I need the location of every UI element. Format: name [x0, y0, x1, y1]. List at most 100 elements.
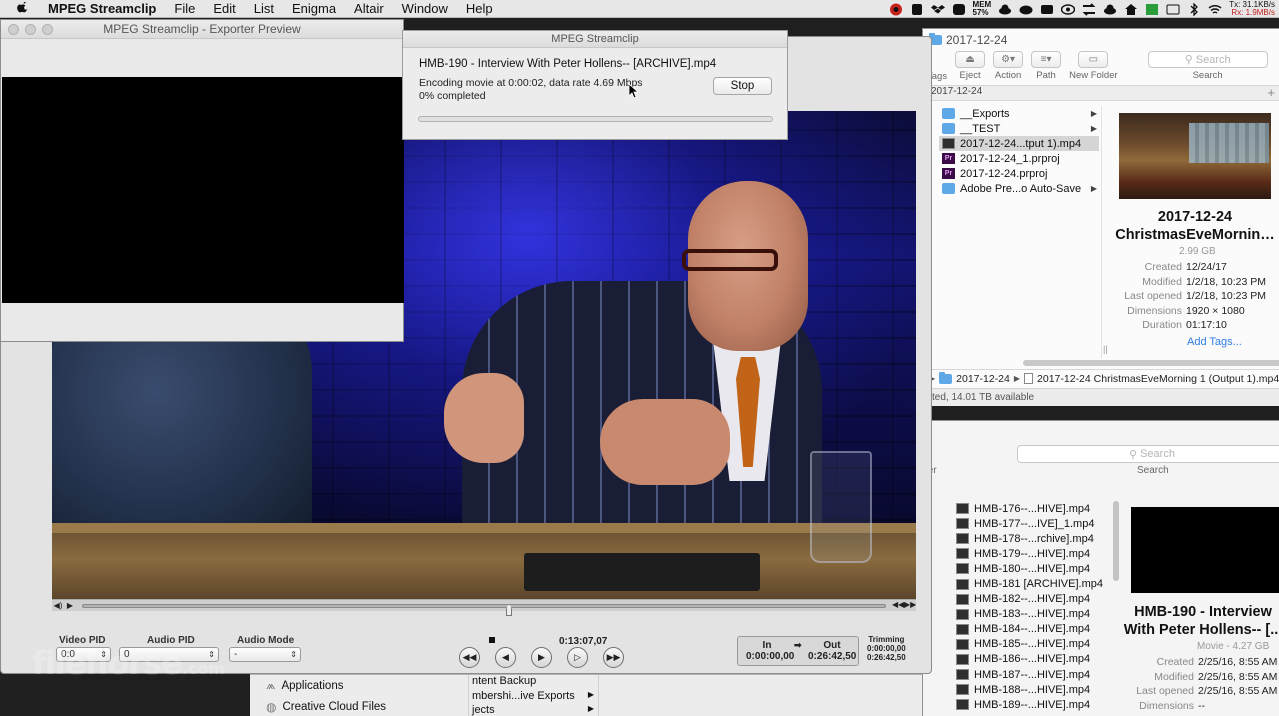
path-button[interactable]: ≡▾ Path — [1031, 51, 1062, 81]
file-name: HMB-177--...IVE]_1.mp4 — [974, 517, 1095, 530]
finder-title-bar[interactable]: 2017-12-24 — [923, 29, 1279, 51]
scrub-track[interactable] — [82, 604, 886, 616]
file-row[interactable]: Pr 2017-12-24.prproj — [939, 166, 1099, 181]
path-item-folder[interactable]: 2017-12-24 — [956, 373, 1010, 385]
file-row[interactable]: HMB-179--...HIVE].mp4 — [953, 546, 1113, 561]
exporter-title-bar[interactable]: MPEG Streamclip - Exporter Preview — [1, 20, 403, 39]
memory-meter[interactable]: MEM 57% — [973, 1, 992, 17]
menu-edit[interactable]: Edit — [204, 0, 244, 18]
step-forward-icon[interactable]: ▶▶ — [904, 600, 916, 609]
chevron-right-icon: ▶ — [587, 704, 594, 713]
file-row[interactable]: 2017-12-24...tput 1).mp4 — [939, 136, 1099, 151]
file-row[interactable]: HMB-183--...HIVE].mp4 — [953, 607, 1113, 622]
step-back-button[interactable]: ◀ — [495, 647, 516, 668]
apple-menu-icon[interactable] — [16, 1, 30, 16]
dropbox-icon[interactable] — [930, 3, 945, 16]
file-row[interactable]: HMB-177--...IVE]_1.mp4 — [953, 516, 1113, 531]
audio-mode-label: Audio Mode — [237, 635, 295, 646]
folder-row[interactable]: ntent Backup — [469, 675, 598, 690]
sidebar-item-creative-cloud[interactable]: ◍ Creative Cloud Files — [250, 696, 468, 716]
path-item-file[interactable]: 2017-12-24 ChristmasEveMorning 1 (Output… — [1037, 373, 1279, 385]
menu-list[interactable]: List — [245, 0, 283, 18]
out-point[interactable]: Out 0:26:42,50 — [808, 640, 856, 662]
eye-icon[interactable] — [1061, 3, 1076, 16]
menu-window[interactable]: Window — [393, 0, 457, 18]
file-row[interactable]: HMB-188--...HIVE].mp4 — [953, 682, 1113, 697]
cpu-icon[interactable] — [889, 3, 903, 16]
file-name: 2017-12-24...tput 1).mp4 — [960, 137, 1082, 150]
meta-value: 2/25/16, 8:55 AM — [1198, 656, 1278, 669]
folder-row[interactable]: mbershi...ive Exports ▶ — [469, 690, 598, 705]
horizontal-scrollbar[interactable] — [1023, 360, 1279, 366]
cloud-icon[interactable] — [998, 3, 1012, 16]
finder-icon[interactable] — [952, 3, 966, 16]
play-button[interactable]: ▶ — [531, 647, 552, 668]
add-tags-link[interactable]: Add Tags... — [1187, 336, 1279, 348]
file-row[interactable]: HMB-187--...HIVE].mp4 — [953, 667, 1113, 682]
play-small-icon[interactable]: ▶ — [64, 601, 76, 610]
step-forward-button[interactable]: ▷ — [567, 647, 588, 668]
action-label: Action — [994, 70, 1022, 81]
fast-forward-button[interactable]: ▶▶ — [603, 647, 624, 668]
stop-button[interactable]: Stop — [713, 77, 772, 95]
volume-icon[interactable]: ◀) — [52, 601, 64, 610]
bluetooth-icon[interactable] — [1187, 2, 1201, 16]
menu-altair[interactable]: Altair — [345, 0, 393, 18]
network-monitor-icon[interactable] — [1145, 3, 1159, 16]
new-folder-button[interactable]: ▭ New Folder — [1069, 51, 1118, 81]
dialog-title: MPEG Streamclip — [551, 33, 639, 45]
file-row[interactable]: HMB-189--...HIVE].mp4 — [953, 697, 1113, 712]
file-row[interactable]: HMB-182--...HIVE].mp4 — [953, 592, 1113, 607]
meta-key: Dimensions — [1127, 304, 1182, 317]
flag-icon[interactable] — [1040, 3, 1054, 16]
menu-enigma[interactable]: Enigma — [283, 0, 345, 18]
step-back-icon[interactable]: ◀◀ — [892, 600, 904, 609]
file-row[interactable]: HMB-185--...HIVE].mp4 — [953, 637, 1113, 652]
in-point[interactable]: In 0:00:00,00 — [746, 640, 794, 662]
sidebar-item-applications[interactable]: ⩕ Applications — [250, 675, 468, 696]
file-row[interactable]: HMB-176--...HIVE].mp4 — [953, 501, 1113, 516]
file-name: HMB-181 [ARCHIVE].mp4 — [974, 578, 1103, 591]
action-button[interactable]: ⚙▾ Action — [993, 51, 1024, 81]
file-row[interactable]: __Exports ▶ — [939, 106, 1099, 121]
column-resize-handle[interactable]: || — [1103, 344, 1108, 354]
home-icon[interactable] — [1124, 3, 1138, 16]
search-input[interactable]: ⚲ Search — [1147, 51, 1268, 68]
audio-mode-select[interactable]: - ⇕ — [229, 647, 301, 662]
close-button[interactable] — [8, 24, 19, 35]
minimize-button[interactable] — [25, 24, 36, 35]
lower-search-input[interactable]: ⚲ Search — [1017, 445, 1279, 463]
finder-toolbar: Tags ⏏ Eject ⚙▾ Action ≡▾ Path ▭ New Folder … — [923, 51, 1279, 85]
menu-file[interactable]: File — [165, 0, 204, 18]
zoom-button[interactable] — [42, 24, 53, 35]
path-bar: ▶ 2017-12-24 ▶ 2017-12-24 ChristmasEveMo… — [923, 369, 1279, 387]
meta-value: 1/2/18, 10:23 PM — [1186, 290, 1266, 303]
file-name: HMB-176--...HIVE].mp4 — [974, 502, 1091, 515]
arrows-icon[interactable] — [1082, 2, 1096, 16]
file-row[interactable]: HMB-184--...HIVE].mp4 — [953, 622, 1113, 637]
file-row[interactable]: HMB-180--...HIVE].mp4 — [953, 561, 1113, 576]
file-row[interactable]: Pr 2017-12-24_1.prproj — [939, 151, 1099, 166]
eject-button[interactable]: ⏏ Eject — [955, 51, 986, 81]
menu-help[interactable]: Help — [457, 0, 502, 18]
file-row[interactable]: HMB-181 [ARCHIVE].mp4 — [953, 576, 1113, 591]
folder-row[interactable]: jects ▶ — [469, 704, 598, 716]
dialog-title-bar[interactable]: MPEG Streamclip — [403, 31, 787, 48]
network-speed[interactable]: Tx: 31.1KB/s Rx: 1.9MB/s — [1229, 1, 1275, 17]
creative-cloud-icon[interactable] — [1019, 3, 1033, 16]
add-column-icon[interactable]: + — [1267, 86, 1275, 100]
wifi-icon[interactable] — [1208, 3, 1222, 16]
file-row[interactable]: HMB-186--...HIVE].mp4 — [953, 652, 1113, 667]
meta-value: 1/2/18, 10:23 PM — [1186, 275, 1266, 288]
vertical-scrollbar[interactable] — [1113, 501, 1119, 581]
file-preview: 2017-12-24 ChristmasEveMornin… 2.99 GB C… — [1111, 113, 1279, 348]
file-row[interactable]: Adobe Pre...o Auto-Save ▶ — [939, 181, 1099, 196]
drive-icon[interactable] — [1166, 3, 1180, 16]
playhead-handle[interactable] — [506, 604, 512, 616]
menu-app-name[interactable]: MPEG Streamclip — [42, 0, 165, 18]
clipboard-icon[interactable] — [910, 3, 924, 16]
rewind-button[interactable]: ◀◀ — [459, 647, 480, 668]
file-row[interactable]: __TEST ▶ — [939, 121, 1099, 136]
cloud-upload-icon[interactable] — [1103, 3, 1117, 16]
file-row[interactable]: HMB-178--...rchive].mp4 — [953, 531, 1113, 546]
